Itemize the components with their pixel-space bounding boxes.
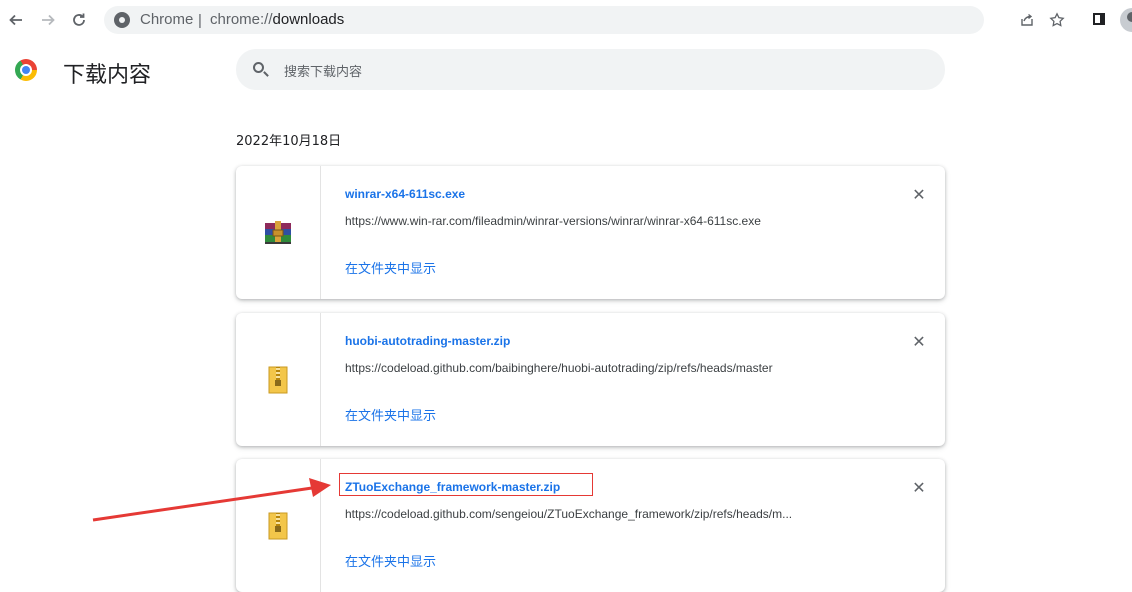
annotation-arrow [92,478,331,522]
